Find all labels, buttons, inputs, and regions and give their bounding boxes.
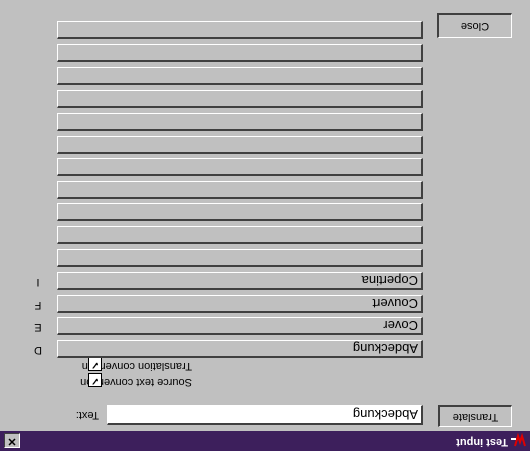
title-bar: Test input ✕	[0, 431, 530, 451]
result-field	[57, 249, 423, 267]
source-text-conversion-label: Source text conversion	[80, 376, 192, 388]
result-field: Cover	[57, 317, 423, 335]
result-field	[57, 67, 423, 85]
translation-conversion-checkbox[interactable]: ✓	[88, 357, 102, 371]
result-field: Copertina	[57, 272, 423, 290]
language-code-label: D	[34, 344, 42, 356]
result-field: Abdeckung	[57, 340, 423, 358]
window-title: Test input	[456, 436, 508, 448]
result-field: Couvert	[57, 295, 423, 313]
text-label: Text:	[75, 409, 99, 421]
result-field	[57, 90, 423, 108]
result-field	[57, 113, 423, 131]
window-close-button[interactable]: ✕	[4, 433, 20, 448]
translate-button[interactable]: Translate	[438, 405, 512, 427]
test-input-dialog: Test input ✕ Translate Abdeckung Text: S…	[0, 0, 530, 451]
result-field	[57, 181, 423, 199]
result-field	[57, 158, 423, 176]
language-code-label: E	[34, 321, 42, 333]
result-field	[57, 136, 423, 154]
text-input[interactable]: Abdeckung	[107, 405, 423, 425]
language-code-label: F	[34, 299, 42, 311]
language-code-label: I	[36, 276, 40, 288]
translation-conversion-label: Translation conversion	[81, 360, 192, 372]
result-field	[57, 44, 423, 62]
result-field	[57, 21, 423, 39]
close-button[interactable]: Close	[437, 13, 512, 38]
app-icon	[510, 433, 526, 449]
result-field	[57, 203, 423, 221]
source-text-conversion-checkbox[interactable]: ✓	[88, 373, 102, 387]
result-field	[57, 226, 423, 244]
